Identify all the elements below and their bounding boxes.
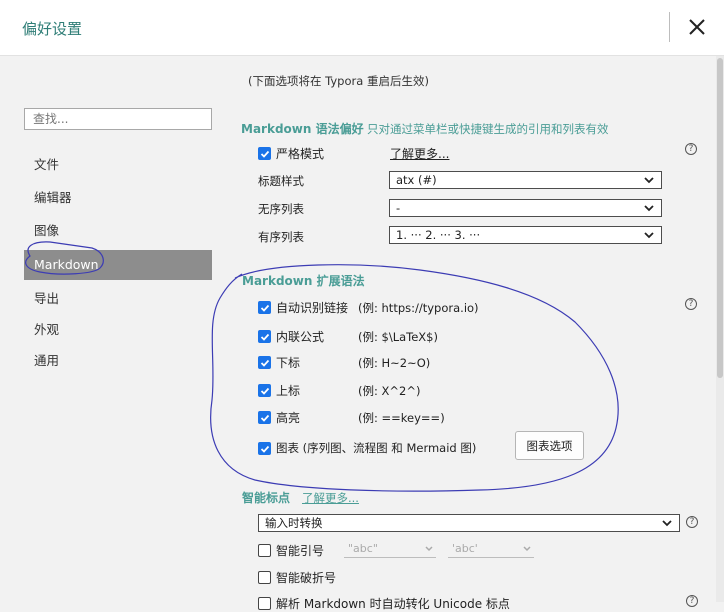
unordered-list-label: 无序列表 <box>258 202 304 216</box>
search-input[interactable] <box>24 108 212 130</box>
smart-dash-label: 智能破折号 <box>276 571 337 585</box>
subscript-checkbox[interactable] <box>258 356 271 369</box>
inline-math-checkbox[interactable] <box>258 330 271 343</box>
check-icon <box>260 387 269 395</box>
strict-mode-checkbox[interactable] <box>258 147 271 160</box>
check-icon <box>260 359 269 367</box>
scrollbar-thumb[interactable] <box>717 58 723 378</box>
syntax-pref-title: Markdown 语法偏好 <box>241 122 364 136</box>
window-title: 偏好设置 <box>22 20 83 38</box>
single-quote-select[interactable]: 'abc' <box>448 540 534 558</box>
sidebar-item-image[interactable]: 图像 <box>24 216 212 246</box>
diagram-label: 图表 (序列图、流程图 和 Mermaid 图) <box>276 441 477 455</box>
check-icon <box>260 304 269 312</box>
check-icon <box>260 150 269 158</box>
single-quote-value: 'abc' <box>452 542 478 555</box>
smart-punct-learn-more-link[interactable]: 了解更多... <box>302 490 359 506</box>
unicode-punct-checkbox[interactable] <box>258 597 271 610</box>
heading-style-label: 标题样式 <box>258 174 304 188</box>
smart-punct-title: 智能标点 <box>242 491 291 505</box>
highlight-label: 高亮 <box>276 411 301 425</box>
ordered-list-label: 有序列表 <box>258 230 304 244</box>
check-icon <box>260 333 269 341</box>
sidebar-item-export[interactable]: 导出 <box>24 284 212 314</box>
diagram-checkbox[interactable] <box>258 442 271 455</box>
title-bar: 偏好设置 <box>0 0 724 56</box>
sidebar-item-markdown[interactable]: Markdown <box>24 250 212 280</box>
highlight-checkbox[interactable] <box>258 411 271 424</box>
smart-quotes-checkbox[interactable] <box>258 544 271 557</box>
help-icon[interactable]: ? <box>686 595 698 607</box>
title-separator <box>669 12 670 42</box>
check-icon <box>260 414 269 422</box>
autolink-example: (例: https://typora.io) <box>358 301 479 315</box>
smart-punct-mode-value: 输入时转换 <box>265 516 323 530</box>
subscript-example: (例: H~2~O) <box>358 356 431 370</box>
smart-punct-mode-select[interactable]: 输入时转换 <box>258 514 680 532</box>
heading-style-value: atx (#) <box>396 173 437 187</box>
help-icon[interactable]: ? <box>686 516 698 528</box>
chevron-down-icon <box>644 177 654 184</box>
inline-math-label: 内联公式 <box>276 330 325 344</box>
scrollbar[interactable] <box>716 56 724 602</box>
double-quote-select[interactable]: "abc" <box>344 540 436 558</box>
unordered-list-select[interactable]: - <box>389 199 662 217</box>
subscript-label: 下标 <box>276 356 301 370</box>
close-icon[interactable] <box>684 13 710 41</box>
sidebar-item-file[interactable]: 文件 <box>24 150 212 180</box>
chevron-down-icon <box>644 232 654 239</box>
ordered-list-value: 1. ··· 2. ··· 3. ··· <box>396 228 481 242</box>
smart-quotes-label: 智能引号 <box>276 544 325 558</box>
help-icon[interactable]: ? <box>685 298 697 310</box>
strict-mode-learn-more-link[interactable]: 了解更多... <box>390 145 449 162</box>
sidebar-item-general[interactable]: 通用 <box>24 346 212 376</box>
highlight-example: (例: ==key==) <box>358 411 445 425</box>
strict-mode-label: 严格模式 <box>276 147 325 161</box>
chart-options-button[interactable]: 图表选项 <box>515 431 584 460</box>
sidebar-item-editor[interactable]: 编辑器 <box>24 183 212 213</box>
chevron-down-icon <box>425 546 433 552</box>
heading-style-select[interactable]: atx (#) <box>389 171 662 189</box>
unicode-punct-label: 解析 Markdown 时自动转化 Unicode 标点 <box>276 597 510 611</box>
unordered-list-value: - <box>396 201 401 215</box>
autolink-checkbox[interactable] <box>258 301 271 314</box>
help-icon[interactable]: ? <box>685 143 697 155</box>
double-quote-value: "abc" <box>348 542 378 555</box>
restart-note: (下面选项将在 Typora 重启后生效) <box>248 74 429 88</box>
ordered-list-select[interactable]: 1. ··· 2. ··· 3. ··· <box>389 226 662 244</box>
smart-dash-checkbox[interactable] <box>258 571 271 584</box>
autolink-label: 自动识别链接 <box>276 301 349 315</box>
chevron-down-icon <box>662 520 672 527</box>
superscript-example: (例: X^2^) <box>358 384 421 398</box>
syntax-pref-subtitle: 只对通过菜单栏或快捷键生成的引用和列表有效 <box>367 122 609 136</box>
extended-syntax-title: Markdown 扩展语法 <box>242 274 365 288</box>
sidebar-item-appearance[interactable]: 外观 <box>24 315 212 345</box>
superscript-label: 上标 <box>276 384 301 398</box>
chevron-down-icon <box>523 546 531 552</box>
check-icon <box>260 445 269 453</box>
chevron-down-icon <box>644 205 654 212</box>
inline-math-example: (例: $\LaTeX$) <box>358 330 438 344</box>
superscript-checkbox[interactable] <box>258 384 271 397</box>
